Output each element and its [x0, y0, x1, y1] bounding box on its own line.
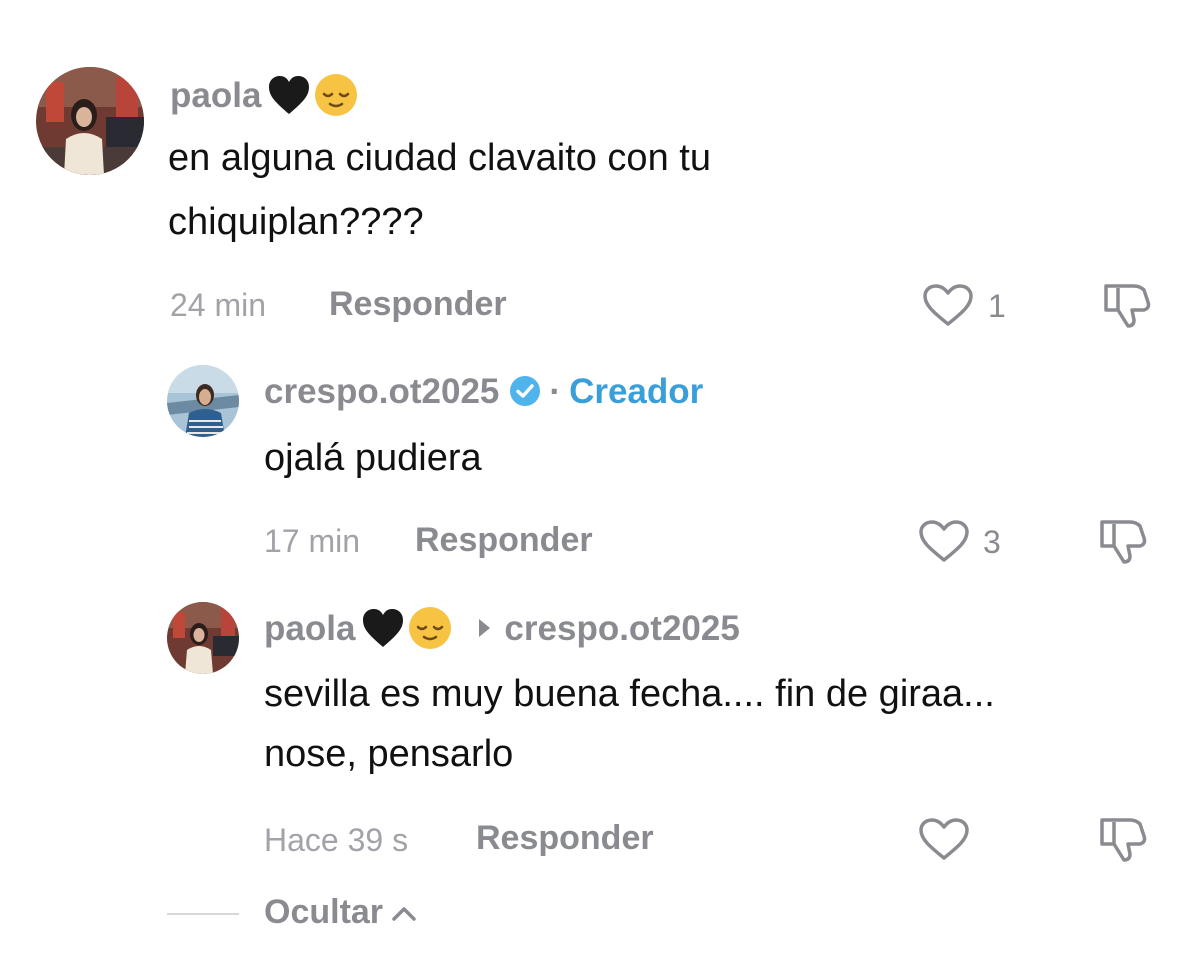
username-text: paola: [264, 608, 356, 648]
comment-line: ojalá pudiera: [264, 437, 482, 479]
heart-outline-icon[interactable]: [917, 518, 971, 564]
reply-arrow-icon: [479, 619, 491, 637]
avatar[interactable]: [167, 365, 239, 437]
verified-badge-icon: [510, 376, 541, 406]
comment-line: en alguna ciudad clavaito con tu: [168, 137, 711, 179]
relieved-face-emoji: [409, 607, 452, 649]
black-heart-emoji: [363, 609, 404, 647]
like-count: 3: [983, 524, 1001, 560]
username-text: paola: [170, 75, 262, 115]
close-icon[interactable]: [1098, 0, 1146, 6]
divider-line: [167, 913, 239, 915]
relieved-face-emoji: [315, 74, 358, 116]
avatar[interactable]: [36, 67, 144, 175]
comment-text: en alguna ciudad clavaito con tu chiquip…: [168, 130, 711, 250]
comment-username[interactable]: paola crespo.ot2025: [264, 607, 740, 649]
heart-outline-icon[interactable]: [921, 282, 975, 328]
comment-timestamp: Hace 39 s: [264, 822, 409, 858]
comment-text: sevilla es muy buena fecha.... fin de gi…: [264, 666, 995, 782]
comment-timestamp: 17 min: [264, 523, 361, 559]
comment-text: ojalá pudiera: [264, 430, 482, 486]
heart-outline-icon[interactable]: [917, 816, 971, 862]
black-heart-emoji: [269, 76, 310, 114]
chevron-up-icon: [392, 906, 416, 921]
thumbs-down-icon[interactable]: [1096, 516, 1150, 566]
hide-replies-button[interactable]: Ocultar: [264, 893, 417, 932]
comment-line: sevilla es muy buena fecha.... fin de gi…: [264, 673, 995, 715]
comment-username[interactable]: crespo.ot2025 · Creador: [264, 370, 703, 412]
creator-label: Creador: [569, 371, 704, 411]
hide-replies-label: Ocultar: [264, 893, 384, 931]
avatar[interactable]: [167, 602, 239, 674]
comment-username[interactable]: paola: [170, 74, 359, 116]
like-count: 1: [988, 288, 1006, 324]
reply-button[interactable]: Responder: [476, 819, 654, 858]
username-text: crespo.ot2025: [264, 371, 500, 411]
thumbs-down-icon[interactable]: [1100, 280, 1154, 330]
comment-line: chiquiplan????: [168, 201, 424, 243]
reply-button[interactable]: Responder: [415, 521, 593, 560]
thumbs-down-icon[interactable]: [1096, 814, 1150, 864]
comment-line: nose, pensarlo: [264, 733, 514, 775]
reply-button[interactable]: Responder: [329, 285, 507, 324]
reply-to-username[interactable]: crespo.ot2025: [504, 611, 739, 646]
creator-separator: ·: [549, 371, 562, 411]
comment-timestamp: 24 min: [170, 287, 267, 323]
